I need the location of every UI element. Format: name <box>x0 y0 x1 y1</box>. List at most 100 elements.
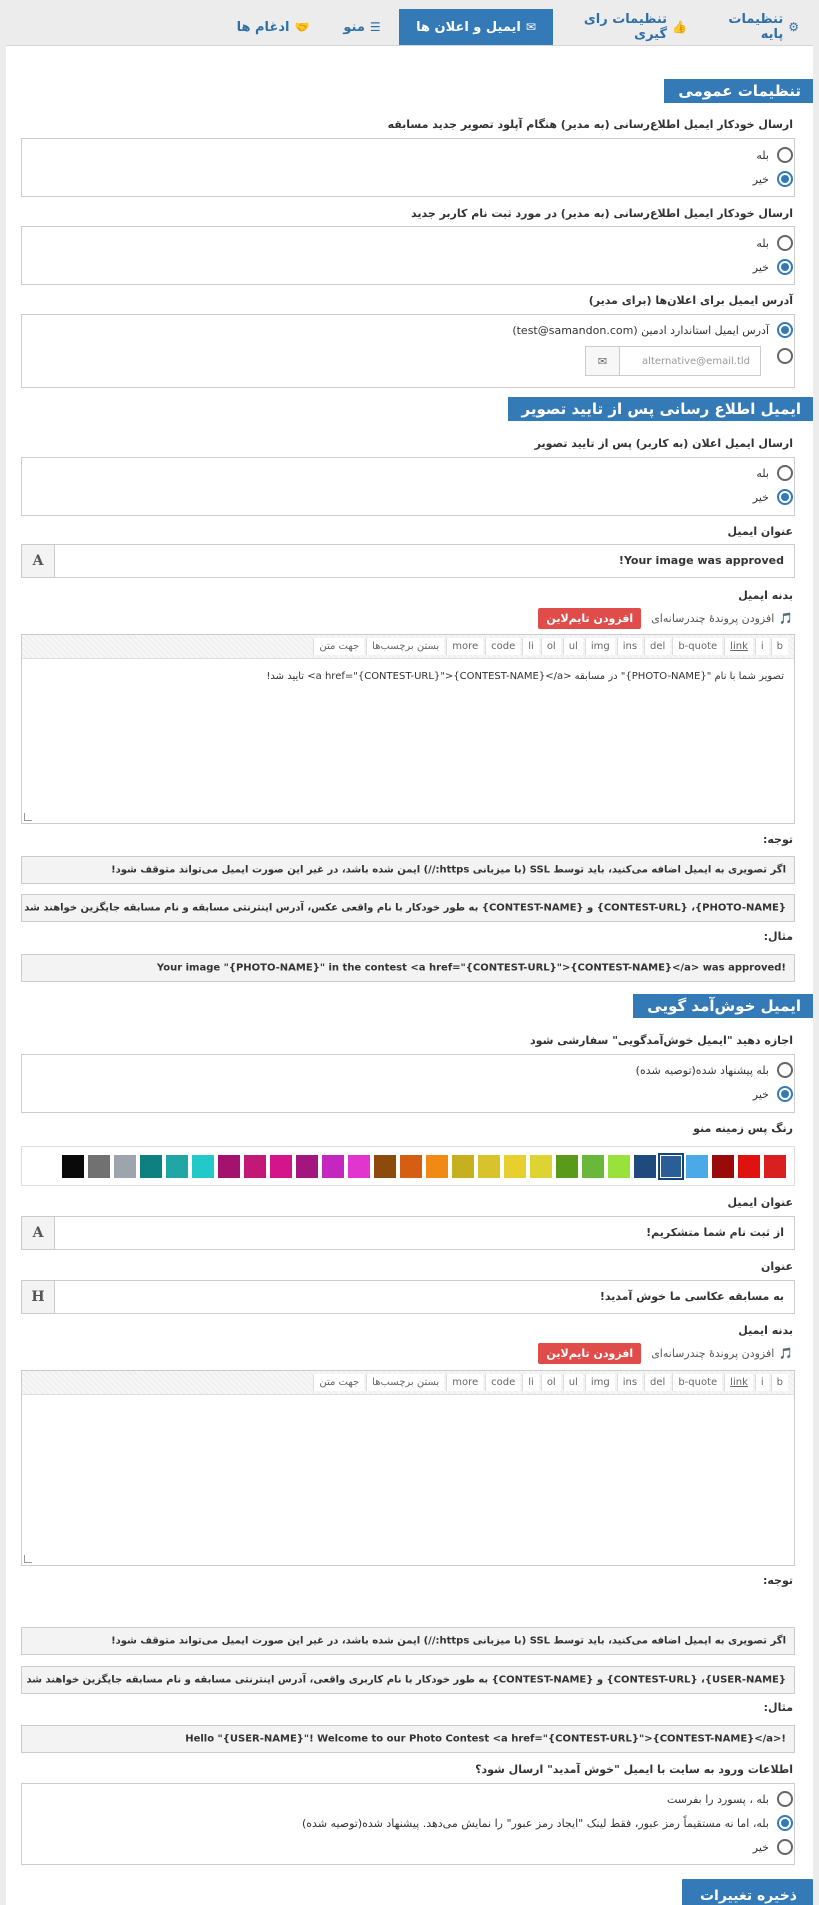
welcome-subject-input[interactable]: از ثبت نام شما متشکریم! A <box>21 1216 795 1250</box>
add-timeline-button[interactable]: افزودن تایم‌لاین <box>538 1343 642 1364</box>
resize-handle[interactable] <box>24 813 32 821</box>
radio-option-yes[interactable]: بله <box>756 235 793 251</box>
color-swatch[interactable] <box>608 1154 630 1178</box>
approval-body-editor[interactable]: b i link b-quote del ins img ul ol li co… <box>21 634 795 824</box>
radio-button[interactable] <box>777 259 793 275</box>
radio-option-no[interactable]: خیر <box>753 1086 793 1102</box>
radio-option-send-password[interactable]: بله ، پسورد را بفرست <box>667 1791 793 1807</box>
tab-basic-settings[interactable]: ⚙ تنظیمات پایه <box>701 9 813 45</box>
color-swatch[interactable] <box>244 1154 266 1178</box>
color-swatch[interactable] <box>426 1154 448 1178</box>
add-media-button[interactable]: 🎵 افزودن پروندهٔ چندرسانه‌ای <box>651 612 793 625</box>
color-swatch[interactable] <box>88 1154 110 1178</box>
radio-option-yes[interactable]: بله پیشنهاد شده(توصیه شده) <box>636 1062 793 1078</box>
radio-button[interactable] <box>777 1086 793 1102</box>
radio-button[interactable] <box>777 1815 793 1831</box>
color-swatch[interactable] <box>166 1154 188 1178</box>
toolbar-button-text-direction[interactable]: جهت متن <box>313 1374 365 1391</box>
radio-option-yes[interactable]: بله <box>756 147 793 163</box>
toolbar-button-text-direction[interactable]: جهت متن <box>313 638 365 655</box>
radio-button[interactable] <box>777 147 793 163</box>
color-swatch[interactable] <box>270 1154 292 1178</box>
tab-email-notifications[interactable]: ✉ ایمیل و اعلان ها <box>399 9 553 45</box>
toolbar-button-more[interactable]: more <box>446 638 484 655</box>
tab-menu[interactable]: ☰ منو <box>325 9 399 45</box>
radio-option-no[interactable]: خیر <box>753 489 793 505</box>
radio-option-standard-email[interactable]: آدرس ایمیل استاندارد ادمین (test@samando… <box>512 322 793 338</box>
toolbar-button-italic[interactable]: i <box>754 1374 769 1391</box>
radio-button[interactable] <box>777 465 793 481</box>
toolbar-button-close-tags[interactable]: بستن برچسب‌ها <box>366 1374 445 1391</box>
radio-button[interactable] <box>777 348 793 364</box>
toolbar-button-blockquote[interactable]: b-quote <box>672 1374 723 1391</box>
color-swatch[interactable] <box>530 1154 552 1178</box>
color-swatch[interactable] <box>114 1154 136 1178</box>
color-swatch[interactable] <box>764 1154 786 1178</box>
toolbar-button-ins[interactable]: ins <box>616 638 643 655</box>
color-swatch[interactable] <box>374 1154 396 1178</box>
toolbar-button-li[interactable]: li <box>522 638 539 655</box>
toolbar-button-ul[interactable]: ul <box>562 1374 583 1391</box>
color-swatch[interactable] <box>504 1154 526 1178</box>
color-swatch[interactable] <box>296 1154 318 1178</box>
toolbar-button-img[interactable]: img <box>584 1374 615 1391</box>
radio-option-no[interactable]: خیر <box>753 1839 793 1855</box>
color-swatch[interactable] <box>658 1152 684 1180</box>
save-changes-button[interactable]: ذخیره تغییرات <box>681 1879 813 1905</box>
approval-subject-input[interactable]: Your image was approved! A <box>21 544 795 578</box>
radio-button[interactable] <box>777 1839 793 1855</box>
toolbar-button-ol[interactable]: ol <box>540 638 561 655</box>
radio-button[interactable] <box>777 235 793 251</box>
radio-option-no[interactable]: خیر <box>753 171 793 187</box>
toolbar-button-ol[interactable]: ol <box>540 1374 561 1391</box>
alternative-email-input[interactable]: alternative@email.tld ✉ <box>585 346 761 376</box>
toolbar-button-link[interactable]: link <box>724 638 753 655</box>
color-swatch[interactable] <box>712 1154 734 1178</box>
color-swatch[interactable] <box>582 1154 604 1178</box>
color-swatch[interactable] <box>322 1154 344 1178</box>
color-swatch[interactable] <box>556 1154 578 1178</box>
welcome-heading-input[interactable]: به مسابقه عکاسی ما خوش آمدید! H <box>21 1280 795 1314</box>
toolbar-button-link[interactable]: link <box>724 1374 753 1391</box>
toolbar-button-code[interactable]: code <box>485 638 521 655</box>
color-swatch[interactable] <box>218 1154 240 1178</box>
toolbar-button-blockquote[interactable]: b-quote <box>672 638 723 655</box>
color-swatch[interactable] <box>192 1154 214 1178</box>
color-swatch[interactable] <box>738 1154 760 1178</box>
toolbar-button-ul[interactable]: ul <box>562 638 583 655</box>
color-swatch[interactable] <box>686 1154 708 1178</box>
toolbar-button-italic[interactable]: i <box>754 638 769 655</box>
toolbar-button-more[interactable]: more <box>446 1374 484 1391</box>
resize-handle[interactable] <box>24 1555 32 1563</box>
radio-button[interactable] <box>777 489 793 505</box>
radio-option-no[interactable]: خیر <box>753 259 793 275</box>
welcome-body-editor[interactable]: b i link b-quote del ins img ul ol li co… <box>21 1370 795 1566</box>
toolbar-button-del[interactable]: del <box>644 1374 671 1391</box>
radio-button[interactable] <box>777 1062 793 1078</box>
toolbar-button-close-tags[interactable]: بستن برچسب‌ها <box>366 638 445 655</box>
color-swatch[interactable] <box>348 1154 370 1178</box>
toolbar-button-img[interactable]: img <box>584 638 615 655</box>
radio-button[interactable] <box>777 322 793 338</box>
color-swatch[interactable] <box>140 1154 162 1178</box>
add-media-button[interactable]: 🎵 افزودن پروندهٔ چندرسانه‌ای <box>651 1347 793 1360</box>
color-swatch[interactable] <box>62 1154 84 1178</box>
toolbar-button-bold[interactable]: b <box>770 1374 788 1391</box>
tab-voting-settings[interactable]: 👍 تنظیمات رای گیری <box>553 9 701 45</box>
color-swatch[interactable] <box>400 1154 422 1178</box>
toolbar-button-bold[interactable]: b <box>770 638 788 655</box>
toolbar-button-li[interactable]: li <box>522 1374 539 1391</box>
radio-button[interactable] <box>777 1791 793 1807</box>
toolbar-button-ins[interactable]: ins <box>616 1374 643 1391</box>
radio-option-alternative-email[interactable] <box>777 348 793 364</box>
add-timeline-button[interactable]: افزودن تایم‌لاین <box>538 608 642 629</box>
color-swatch[interactable] <box>452 1154 474 1178</box>
radio-option-yes[interactable]: بله <box>756 465 793 481</box>
radio-button[interactable] <box>777 171 793 187</box>
color-swatch[interactable] <box>634 1154 656 1178</box>
color-swatch[interactable] <box>478 1154 500 1178</box>
tab-integrations[interactable]: 🤝 ادغام ها <box>221 9 325 45</box>
toolbar-button-code[interactable]: code <box>485 1374 521 1391</box>
toolbar-button-del[interactable]: del <box>644 638 671 655</box>
radio-option-create-password-link[interactable]: بله، اما نه مستقیماً رمز عبور، فقط لینک … <box>302 1815 793 1831</box>
